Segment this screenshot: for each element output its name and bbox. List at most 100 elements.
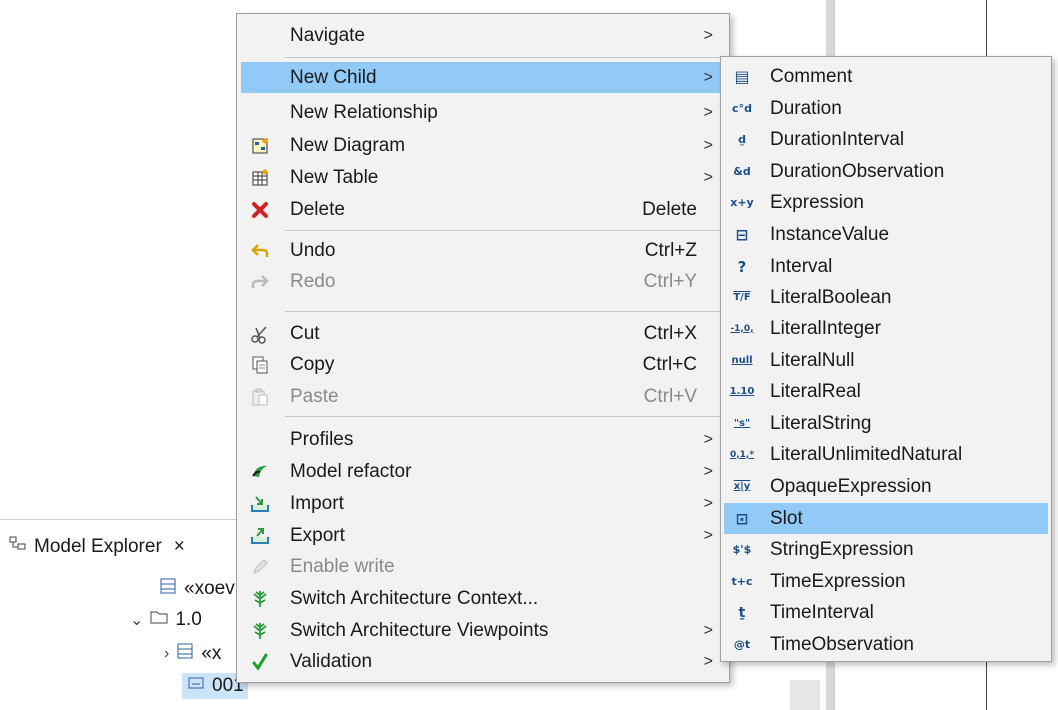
literal-real-icon: 1.10 <box>729 386 755 397</box>
submenu-item-label: Expression <box>770 191 864 213</box>
menu-item-new-relationship[interactable]: New Relationship > <box>241 97 725 128</box>
tree-item[interactable]: › «x <box>164 641 221 667</box>
submenu-item-string-expression[interactable]: $'$ StringExpression <box>724 534 1048 565</box>
menu-item-label: Redo <box>290 270 336 292</box>
import-icon <box>249 493 271 515</box>
menu-item-paste[interactable]: Paste Ctrl+V <box>241 381 725 412</box>
submenu-item-literal-string[interactable]: "s" LiteralString <box>724 408 1048 439</box>
model-explorer-tab[interactable]: Model Explorer × <box>8 534 185 560</box>
menu-item-new-diagram[interactable]: New Diagram > <box>241 130 725 161</box>
submenu-item-interval[interactable]: ? Interval <box>724 251 1048 282</box>
comment-icon: ▤ <box>734 67 750 86</box>
architecture-icon <box>249 620 271 642</box>
menu-item-label: Paste <box>290 385 339 407</box>
submenu-arrow-icon: > <box>703 68 713 86</box>
time-interval-icon: ṯ <box>738 604 746 621</box>
submenu-item-label: TimeInterval <box>770 601 874 623</box>
tree-item[interactable]: «xoev <box>158 576 235 602</box>
string-expression-icon: $'$ <box>732 543 752 556</box>
menu-item-label: Undo <box>290 239 336 261</box>
model-icon <box>158 576 178 602</box>
menu-item-import[interactable]: Import > <box>241 488 725 519</box>
menu-item-enable-write[interactable]: Enable write <box>241 551 725 582</box>
submenu-item-expression[interactable]: x+y Expression <box>724 187 1048 218</box>
menu-item-label: Copy <box>290 353 335 375</box>
paste-icon <box>249 386 271 408</box>
pencil-icon <box>249 556 271 578</box>
submenu-item-duration-observation[interactable]: &d DurationObservation <box>724 156 1048 187</box>
menu-item-label: New Table <box>290 166 379 188</box>
tree-item-label: 1.0 <box>175 609 202 630</box>
submenu-item-label: DurationObservation <box>770 160 945 182</box>
submenu-item-time-expression[interactable]: t+c TimeExpression <box>724 566 1048 597</box>
literal-unlimited-natural-icon: 0,1,* <box>729 449 755 460</box>
menu-separator <box>285 311 721 312</box>
submenu-arrow-icon: > <box>703 526 713 544</box>
menu-item-redo[interactable]: Redo Ctrl+Y <box>241 266 725 297</box>
undo-icon <box>249 240 271 262</box>
menu-item-new-table[interactable]: New Table > <box>241 162 725 193</box>
menu-item-cut[interactable]: Cut Ctrl+X <box>241 318 725 349</box>
menu-item-shortcut: Ctrl+C <box>642 353 697 375</box>
submenu-arrow-icon: > <box>703 462 713 480</box>
literal-string-icon: "s" <box>733 418 751 429</box>
literal-boolean-icon: T/F <box>733 292 751 303</box>
delete-icon <box>249 199 271 221</box>
scrollbar-corner <box>790 680 820 710</box>
submenu-item-label: LiteralBoolean <box>770 286 892 308</box>
literal-integer-icon: -1,0, <box>730 323 754 334</box>
submenu-item-instance-value[interactable]: ⊟ InstanceValue <box>724 219 1048 250</box>
chevron-right-icon[interactable]: › <box>164 645 169 663</box>
time-expression-icon: t+c <box>731 575 753 588</box>
submenu-item-duration[interactable]: c°d Duration <box>724 93 1048 124</box>
menu-item-shortcut: Ctrl+Y <box>643 270 697 292</box>
menu-item-copy[interactable]: Copy Ctrl+C <box>241 349 725 380</box>
menu-item-delete[interactable]: Delete Delete <box>241 194 725 225</box>
submenu-item-slot[interactable]: ⊡ Slot <box>724 503 1048 534</box>
submenu-item-literal-null[interactable]: null LiteralNull <box>724 345 1048 376</box>
menu-separator <box>285 57 721 58</box>
menu-item-undo[interactable]: Undo Ctrl+Z <box>241 235 725 266</box>
interval-icon: ? <box>737 257 747 276</box>
submenu-item-literal-unlimited-natural[interactable]: 0,1,* LiteralUnlimitedNatural <box>724 439 1048 470</box>
menu-item-label: New Diagram <box>290 134 406 156</box>
tree-item[interactable]: ⌄ 1.0 <box>130 607 202 633</box>
menu-item-shortcut: Ctrl+Z <box>644 239 697 261</box>
context-menu: Navigate > New Child > New Relationship … <box>236 13 730 683</box>
redo-icon <box>249 271 271 293</box>
submenu-item-duration-interval[interactable]: d̤ DurationInterval <box>724 124 1048 155</box>
menu-item-export[interactable]: Export > <box>241 520 725 551</box>
menu-item-shortcut: Ctrl+V <box>643 385 697 407</box>
menu-item-label: Switch Architecture Context... <box>290 587 539 609</box>
submenu-item-label: TimeObservation <box>770 633 914 655</box>
submenu-arrow-icon: > <box>703 621 713 639</box>
submenu-item-time-interval[interactable]: ṯ TimeInterval <box>724 597 1048 628</box>
submenu-item-literal-real[interactable]: 1.10 LiteralReal <box>724 376 1048 407</box>
menu-item-new-child[interactable]: New Child > <box>241 62 725 93</box>
submenu-item-time-observation[interactable]: @t TimeObservation <box>724 629 1048 660</box>
chevron-down-icon[interactable]: ⌄ <box>130 610 143 630</box>
menu-item-profiles[interactable]: Profiles > <box>241 424 725 455</box>
submenu-item-literal-integer[interactable]: -1,0, LiteralInteger <box>724 313 1048 344</box>
tree-item-label: «x <box>201 643 222 664</box>
menu-item-switch-architecture-viewpoints[interactable]: Switch Architecture Viewpoints > <box>241 615 725 646</box>
submenu-item-comment[interactable]: ▤ Comment <box>724 61 1048 92</box>
cut-icon <box>249 323 271 345</box>
menu-item-label: Validation <box>290 650 373 672</box>
submenu-item-opaque-expression[interactable]: x|y OpaqueExpression <box>724 471 1048 502</box>
menu-item-label: Import <box>290 492 344 514</box>
time-observation-icon: @t <box>733 638 751 651</box>
instance-icon <box>186 673 206 699</box>
submenu-item-label: LiteralUnlimitedNatural <box>770 443 963 465</box>
submenu-item-literal-boolean[interactable]: T/F LiteralBoolean <box>724 282 1048 313</box>
menu-item-validation[interactable]: Validation > <box>241 646 725 677</box>
menu-item-label: Profiles <box>290 428 354 450</box>
menu-item-navigate[interactable]: Navigate > <box>241 20 725 51</box>
tree-item-label: «xoev <box>184 578 235 599</box>
duration-observation-icon: &d <box>733 165 751 178</box>
menu-item-switch-architecture-context[interactable]: Switch Architecture Context... <box>241 583 725 614</box>
menu-item-model-refactor[interactable]: Model refactor > <box>241 456 725 487</box>
close-icon[interactable]: × <box>174 536 185 558</box>
submenu-arrow-icon: > <box>703 430 713 448</box>
submenu-item-label: Slot <box>770 507 803 529</box>
